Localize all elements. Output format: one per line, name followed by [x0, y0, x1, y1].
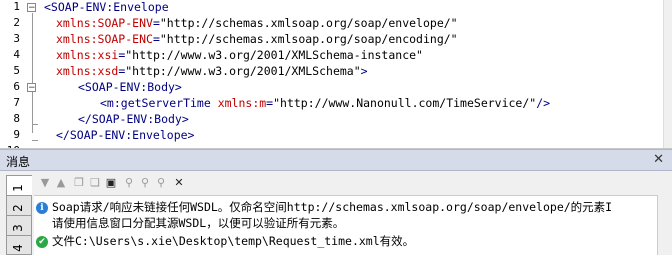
- code-token-attr: xmlns:SOAP-ENV: [56, 16, 153, 30]
- line-number: 7: [13, 96, 20, 109]
- fold-toggle-envelope[interactable]: −: [27, 3, 36, 13]
- message-row-3[interactable]: ✔ 文件C:\Users\s.xie\Desktop\temp\Request_t…: [36, 234, 414, 249]
- code-token-attr: xmlns:m: [217, 96, 267, 110]
- copy-page-icon[interactable]: ▣: [104, 176, 118, 190]
- ok-icon: ✔: [36, 235, 48, 248]
- line-number: 2: [13, 16, 20, 29]
- fold-toggle-body[interactable]: −: [27, 83, 36, 93]
- message-text-3: 文件C:\Users\s.xie\Desktop\temp\Request_ti…: [52, 234, 415, 248]
- tab-4[interactable]: 4: [6, 235, 32, 255]
- code-line[interactable]: </SOAP-ENV:Body>: [78, 111, 189, 127]
- line-number: 9: [13, 128, 20, 141]
- code-token-attr: xmlns:xsd: [56, 64, 119, 78]
- copy-all-icon[interactable]: ❏: [88, 176, 102, 190]
- code-token-val: "http://www.Nanonull.com/TimeService/": [273, 96, 537, 110]
- find-icon[interactable]: ⚲: [122, 176, 136, 190]
- info-icon: i: [36, 201, 48, 214]
- code-line[interactable]: <SOAP-ENV:Envelope: [44, 0, 169, 15]
- code-token-tag: <m:getServerTime: [100, 96, 218, 110]
- code-token-tag: <SOAP-ENV:Body>: [78, 80, 182, 94]
- code-line[interactable]: xmlns:xsd="http://www.w3.org/2001/XMLSch…: [56, 63, 368, 79]
- message-row-1[interactable]: i Soap请求/响应未链接任何WSDL。仅命名空间http://schemas.…: [36, 200, 612, 215]
- line-number: 5: [13, 64, 20, 77]
- find-prev-icon[interactable]: ⚲: [154, 176, 168, 190]
- code-token-val: "http://schemas.xmlsoap.org/soap/encodin…: [159, 32, 458, 46]
- arrow-down-icon[interactable]: ▼: [38, 176, 52, 190]
- editor-scrollbar[interactable]: [663, 0, 672, 148]
- message-tabs: 1 2 3 4: [6, 175, 34, 255]
- line-number: 8: [13, 112, 20, 125]
- message-text-1: Soap请求/响应未链接任何WSDL。仅命名空间http://schemas.x…: [52, 200, 613, 214]
- copy-icon[interactable]: ❐: [72, 176, 86, 190]
- line-number-gutter: 12345678910: [0, 0, 22, 148]
- code-token-tag: <SOAP-ENV:Envelope: [44, 0, 169, 14]
- code-token-val: "http://www.w3.org/2001/XMLSchema-instan…: [125, 48, 423, 62]
- fold-end-envelope: [32, 140, 38, 141]
- code-token-tag: />: [536, 96, 551, 110]
- code-token-punc: =: [152, 32, 160, 46]
- code-token-punc: =: [152, 16, 160, 30]
- code-line[interactable]: </SOAP-ENV:Envelope>: [56, 127, 194, 143]
- clear-icon[interactable]: ✕: [172, 176, 186, 190]
- messages-panel: 消息 ✕ 1 2 3 4 ▼ ▲ ❐ ❏ ▣ ⚲ ⚲ ⚲ ✕ i Soap请求/响…: [0, 149, 672, 256]
- line-number: 1: [13, 0, 20, 13]
- messages-list: i Soap请求/响应未链接任何WSDL。仅命名空间http://schemas.…: [34, 195, 672, 256]
- messages-scrollbar[interactable]: [657, 195, 672, 255]
- code-line[interactable]: xmlns:SOAP-ENV="http://schemas.xmlsoap.o…: [56, 15, 458, 31]
- xml-editor[interactable]: 12345678910 − − <SOAP-ENV:Envelopexmlns:…: [0, 0, 672, 149]
- code-line[interactable]: <SOAP-ENV:Body>: [78, 79, 182, 95]
- fold-margin: − −: [24, 0, 42, 148]
- messages-header: 消息 ✕: [0, 149, 672, 171]
- fold-end-body: [32, 124, 38, 125]
- code-token-attr: xmlns:SOAP-ENC: [56, 32, 153, 46]
- code-line[interactable]: xmlns:xsi="http://www.w3.org/2001/XMLSch…: [56, 47, 423, 63]
- message-row-2[interactable]: 请使用信息窗口分配其源WSDL，以便可以验证所有元素。: [52, 216, 344, 231]
- code-token-val: "http://www.w3.org/2001/XMLSchema": [125, 64, 361, 78]
- line-number: 6: [13, 80, 20, 93]
- find-next-icon[interactable]: ⚲: [138, 176, 152, 190]
- code-line[interactable]: <m:getServerTime xmlns:m="http://www.Nan…: [100, 95, 550, 111]
- messages-title: 消息: [6, 155, 31, 169]
- code-token-tag: >: [360, 64, 368, 78]
- line-number: 3: [13, 32, 20, 45]
- fold-line-envelope: [32, 13, 33, 133]
- code-line[interactable]: xmlns:SOAP-ENC="http://schemas.xmlsoap.o…: [56, 31, 458, 47]
- code-token-val: "http://schemas.xmlsoap.org/soap/envelop…: [159, 16, 458, 30]
- code-token-tag: </SOAP-ENV:Body>: [78, 112, 189, 126]
- line-number: 4: [13, 48, 20, 61]
- close-icon[interactable]: ✕: [653, 152, 664, 167]
- code-token-attr: xmlns:xsi: [56, 48, 119, 62]
- arrow-up-icon[interactable]: ▲: [54, 176, 68, 190]
- message-text-2: 请使用信息窗口分配其源WSDL，以便可以验证所有元素。: [52, 216, 345, 230]
- code-token-tag: </SOAP-ENV:Envelope>: [56, 128, 195, 142]
